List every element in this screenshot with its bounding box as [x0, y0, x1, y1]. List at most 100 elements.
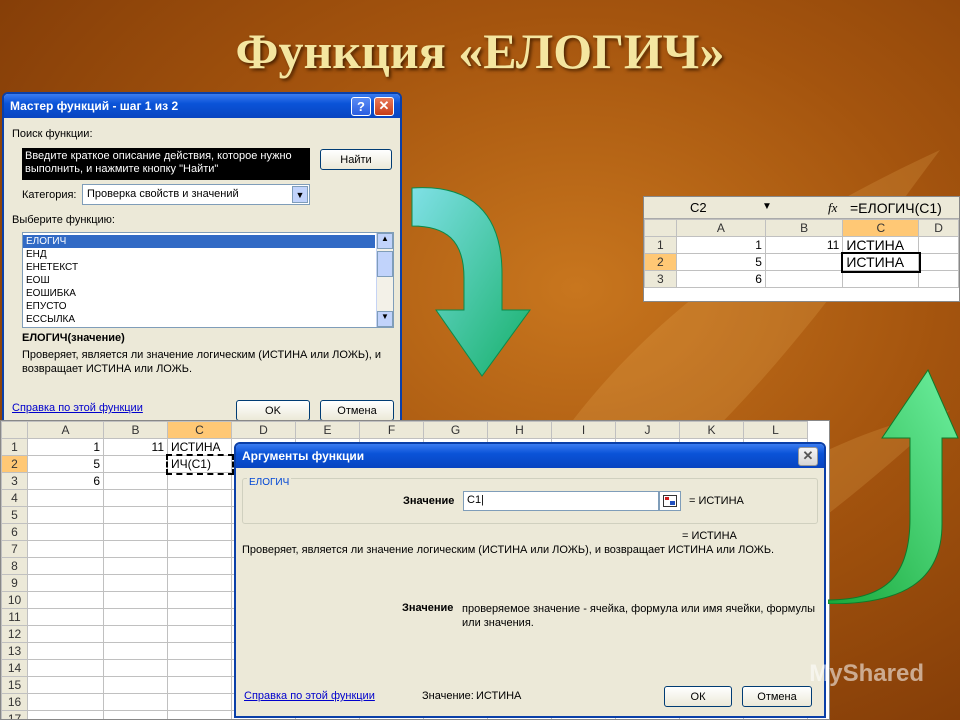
cell[interactable]	[103, 472, 168, 490]
cell[interactable]	[27, 591, 104, 609]
cell[interactable]	[27, 489, 104, 507]
column-header[interactable]: A	[675, 219, 766, 237]
cell[interactable]	[167, 642, 232, 660]
column-header[interactable]: A	[27, 421, 104, 439]
cell[interactable]: 6	[27, 472, 104, 490]
cell[interactable]	[27, 506, 104, 524]
row-header[interactable]: 10	[1, 591, 28, 609]
cell[interactable]	[103, 523, 168, 541]
cell[interactable]: 11	[764, 236, 844, 254]
row-header[interactable]: 9	[1, 574, 28, 592]
function-list-item[interactable]: ЕССЫЛКА	[23, 313, 375, 326]
cell[interactable]	[167, 625, 232, 643]
scroll-thumb[interactable]	[377, 251, 393, 277]
function-list-item[interactable]: ЕОШИБКА	[23, 287, 375, 300]
cell[interactable]	[167, 693, 232, 711]
cell[interactable]	[103, 659, 168, 677]
cell[interactable]	[918, 253, 959, 271]
cell[interactable]	[167, 557, 232, 575]
cell[interactable]: 5	[27, 455, 104, 473]
search-input[interactable]: Введите краткое описание действия, котор…	[22, 148, 310, 180]
cell[interactable]	[103, 625, 168, 643]
cell[interactable]	[103, 574, 168, 592]
cell[interactable]	[167, 540, 232, 558]
cell[interactable]	[27, 557, 104, 575]
arg-input[interactable]: C1|	[463, 491, 659, 511]
cell[interactable]	[103, 676, 168, 694]
function-listbox[interactable]: ЕЛОГИЧ ЕНД ЕНЕТЕКСТ ЕОШ ЕОШИБКА ЕПУСТО ЕССЫЛКА…	[22, 232, 394, 328]
row-header[interactable]: 4	[1, 489, 28, 507]
cell[interactable]	[27, 710, 104, 719]
find-button[interactable]: Найти	[320, 149, 392, 170]
row-header[interactable]: 15	[1, 676, 28, 694]
column-header[interactable]: D	[918, 219, 959, 237]
cell[interactable]	[27, 540, 104, 558]
cell[interactable]	[103, 693, 168, 711]
cell[interactable]	[167, 659, 232, 677]
cell[interactable]	[103, 608, 168, 626]
scroll-up-icon[interactable]: ▲	[377, 233, 393, 249]
wizard-ok-button[interactable]: OK	[236, 400, 310, 421]
formula-text[interactable]: =ЕЛОГИЧ(C1)	[850, 200, 942, 216]
cell[interactable]	[103, 540, 168, 558]
cell[interactable]: ИЧ(C1)	[165, 453, 234, 475]
cell[interactable]	[167, 523, 232, 541]
column-header[interactable]: B	[103, 421, 168, 439]
column-header[interactable]: G	[423, 421, 488, 439]
cell[interactable]	[27, 693, 104, 711]
collapse-dialog-icon[interactable]	[659, 491, 681, 511]
cell[interactable]	[103, 557, 168, 575]
cell[interactable]	[103, 489, 168, 507]
cell[interactable]	[918, 270, 959, 288]
cell[interactable]	[167, 710, 232, 719]
row-header[interactable]: 7	[1, 540, 28, 558]
row-header[interactable]: 13	[1, 642, 28, 660]
row-header[interactable]: 11	[1, 608, 28, 626]
row-header[interactable]: 8	[1, 557, 28, 575]
column-header[interactable]: H	[487, 421, 552, 439]
column-header[interactable]: B	[764, 219, 844, 237]
column-header[interactable]: C	[167, 421, 232, 439]
args-ok-button[interactable]: ОК	[664, 686, 732, 707]
chevron-down-icon[interactable]: ▼	[762, 201, 772, 212]
cell[interactable]	[167, 506, 232, 524]
row-header[interactable]: 14	[1, 659, 28, 677]
close-icon[interactable]: ✕	[374, 96, 394, 116]
cell[interactable]	[27, 676, 104, 694]
cell[interactable]	[167, 591, 232, 609]
cell[interactable]	[764, 270, 844, 288]
function-list-item[interactable]: ЕПУСТО	[23, 300, 375, 313]
row-header[interactable]: 1	[1, 438, 28, 456]
cell[interactable]	[103, 642, 168, 660]
listbox-scrollbar[interactable]: ▲ ▼	[376, 233, 393, 327]
cell[interactable]	[103, 506, 168, 524]
cell[interactable]	[27, 642, 104, 660]
cell[interactable]: ИСТИНА	[842, 236, 920, 254]
column-header[interactable]: D	[231, 421, 296, 439]
help-icon[interactable]: ?	[351, 96, 371, 116]
cell[interactable]	[764, 253, 844, 271]
close-icon[interactable]: ✕	[798, 446, 818, 466]
cell[interactable]	[27, 574, 104, 592]
row-header[interactable]: 3	[644, 270, 677, 288]
corner-cell[interactable]	[644, 219, 677, 237]
cell[interactable]	[918, 236, 959, 254]
row-header[interactable]: 12	[1, 625, 28, 643]
cell[interactable]	[167, 574, 232, 592]
cell[interactable]: 5	[675, 253, 766, 271]
cell[interactable]	[167, 676, 232, 694]
wizard-cancel-button[interactable]: Отмена	[320, 400, 394, 421]
column-header[interactable]: I	[551, 421, 616, 439]
cell[interactable]	[842, 270, 920, 288]
args-cancel-button[interactable]: Отмена	[742, 686, 812, 707]
row-header[interactable]: 6	[1, 523, 28, 541]
column-header[interactable]: J	[615, 421, 680, 439]
cell[interactable]	[103, 710, 168, 719]
corner-cell[interactable]	[1, 421, 28, 439]
row-header[interactable]: 16	[1, 693, 28, 711]
cell[interactable]	[103, 591, 168, 609]
cell[interactable]: ИСТИНА	[840, 251, 921, 273]
function-list-item[interactable]: ЕЛОГИЧ	[23, 235, 375, 248]
cell[interactable]	[27, 608, 104, 626]
column-header[interactable]: C	[842, 219, 920, 237]
